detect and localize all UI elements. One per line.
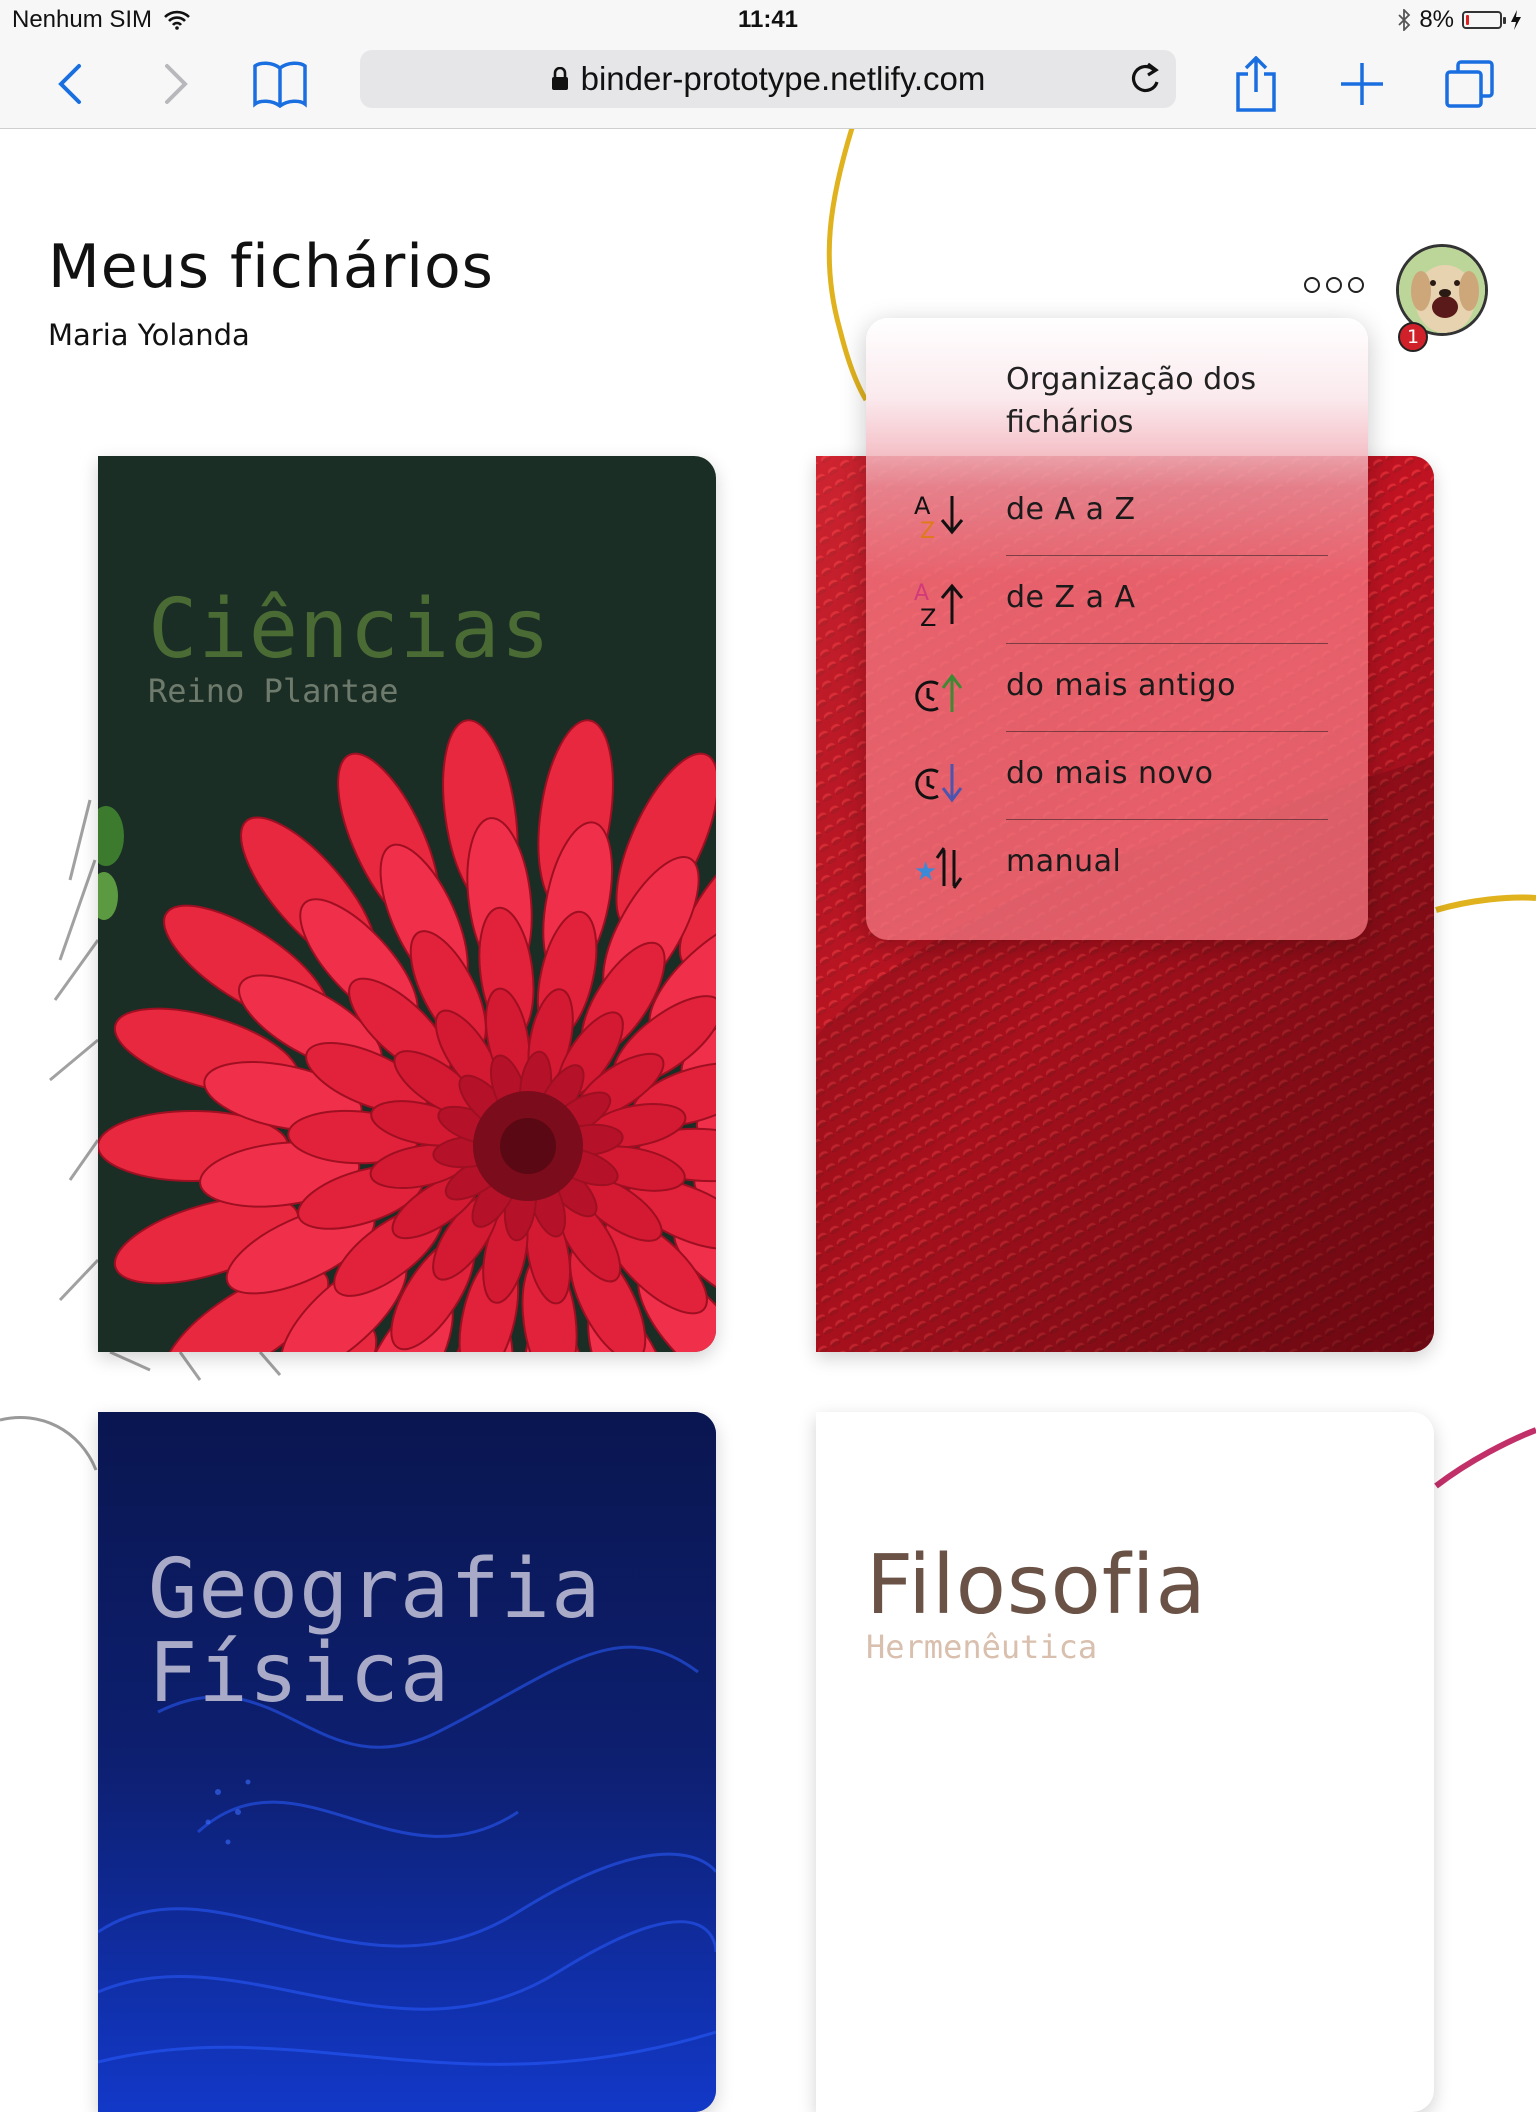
battery-icon bbox=[1462, 11, 1506, 29]
browser-toolbar: binder-prototype.netlify.com bbox=[0, 40, 1536, 129]
sort-option-oldest[interactable]: do mais antigo bbox=[866, 652, 1368, 732]
sort-option-manual[interactable]: ★ manual bbox=[866, 828, 1368, 908]
binder-title: Ciências bbox=[148, 582, 551, 677]
plus-icon bbox=[1341, 63, 1383, 105]
share-icon bbox=[1236, 56, 1276, 112]
tabs-icon bbox=[1445, 60, 1494, 108]
status-bar: Nenhum SIM 11:41 8% bbox=[0, 0, 1536, 40]
svg-text:Z: Z bbox=[920, 604, 936, 630]
sort-option-newest[interactable]: do mais novo bbox=[866, 740, 1368, 820]
sort-manual-icon: ★ bbox=[914, 847, 963, 889]
bluetooth-icon bbox=[1398, 9, 1411, 31]
svg-text:Z: Z bbox=[920, 519, 935, 542]
sort-option-label: manual bbox=[1006, 844, 1122, 879]
back-button[interactable] bbox=[38, 52, 102, 116]
user-name: Maria Yolanda bbox=[48, 318, 250, 352]
sort-option-label: de A a Z bbox=[1006, 492, 1136, 527]
share-button[interactable] bbox=[1224, 52, 1288, 116]
sort-z-to-a-icon: A Z bbox=[914, 581, 964, 630]
sort-option-label: do mais antigo bbox=[1006, 668, 1236, 703]
more-options-button[interactable] bbox=[1304, 270, 1370, 300]
sort-menu: Organização dos fichários A Z de A a Z A… bbox=[866, 318, 1368, 940]
chevron-right-icon bbox=[165, 64, 188, 104]
binder-card-filosofia[interactable]: Filosofia Hermenêutica bbox=[816, 1412, 1434, 2112]
sort-option-a-to-z[interactable]: A Z de A a Z bbox=[866, 476, 1368, 556]
url-text: binder-prototype.netlify.com bbox=[580, 60, 986, 97]
sort-option-label: de Z a A bbox=[1006, 580, 1136, 615]
book-icon bbox=[253, 61, 307, 108]
binder-card-geografia[interactable]: Geografia Física bbox=[98, 1412, 716, 2112]
blue-waves-cover-image bbox=[98, 1412, 716, 2112]
battery-percent: 8% bbox=[1419, 6, 1454, 33]
binder-title: Geografia Física bbox=[148, 1542, 602, 1721]
sort-option-label: do mais novo bbox=[1006, 756, 1214, 791]
svg-text:A: A bbox=[914, 581, 929, 606]
new-tab-button[interactable] bbox=[1330, 52, 1394, 116]
binder-subtitle: Hermenêutica bbox=[866, 1628, 1098, 1666]
reload-icon[interactable] bbox=[1124, 58, 1166, 100]
binder-card-ciencias[interactable]: Ciências Reino Plantae bbox=[98, 456, 716, 1352]
sort-newest-icon bbox=[915, 764, 963, 803]
forward-button[interactable] bbox=[144, 52, 208, 116]
address-bar[interactable]: binder-prototype.netlify.com bbox=[360, 50, 1176, 108]
bookmarks-button[interactable] bbox=[248, 52, 312, 116]
lock-icon bbox=[551, 67, 568, 90]
sort-a-to-z-icon: A Z bbox=[914, 492, 964, 542]
sort-option-z-to-a[interactable]: A Z de Z a A bbox=[866, 564, 1368, 644]
sort-menu-title: Organização dos fichários bbox=[1006, 362, 1257, 440]
clock: 11:41 bbox=[737, 6, 799, 33]
notification-badge: 1 bbox=[1398, 322, 1428, 352]
binder-subtitle: Reino Plantae bbox=[148, 672, 399, 710]
binder-title: Filosofia bbox=[866, 1538, 1207, 1633]
page-title: Meus fichários bbox=[48, 232, 494, 302]
tabs-button[interactable] bbox=[1438, 52, 1502, 116]
chevron-left-icon bbox=[58, 64, 81, 104]
svg-text:A: A bbox=[914, 492, 931, 520]
svg-text:★: ★ bbox=[914, 857, 937, 887]
sort-oldest-icon bbox=[915, 673, 963, 712]
charging-icon bbox=[1511, 10, 1521, 30]
